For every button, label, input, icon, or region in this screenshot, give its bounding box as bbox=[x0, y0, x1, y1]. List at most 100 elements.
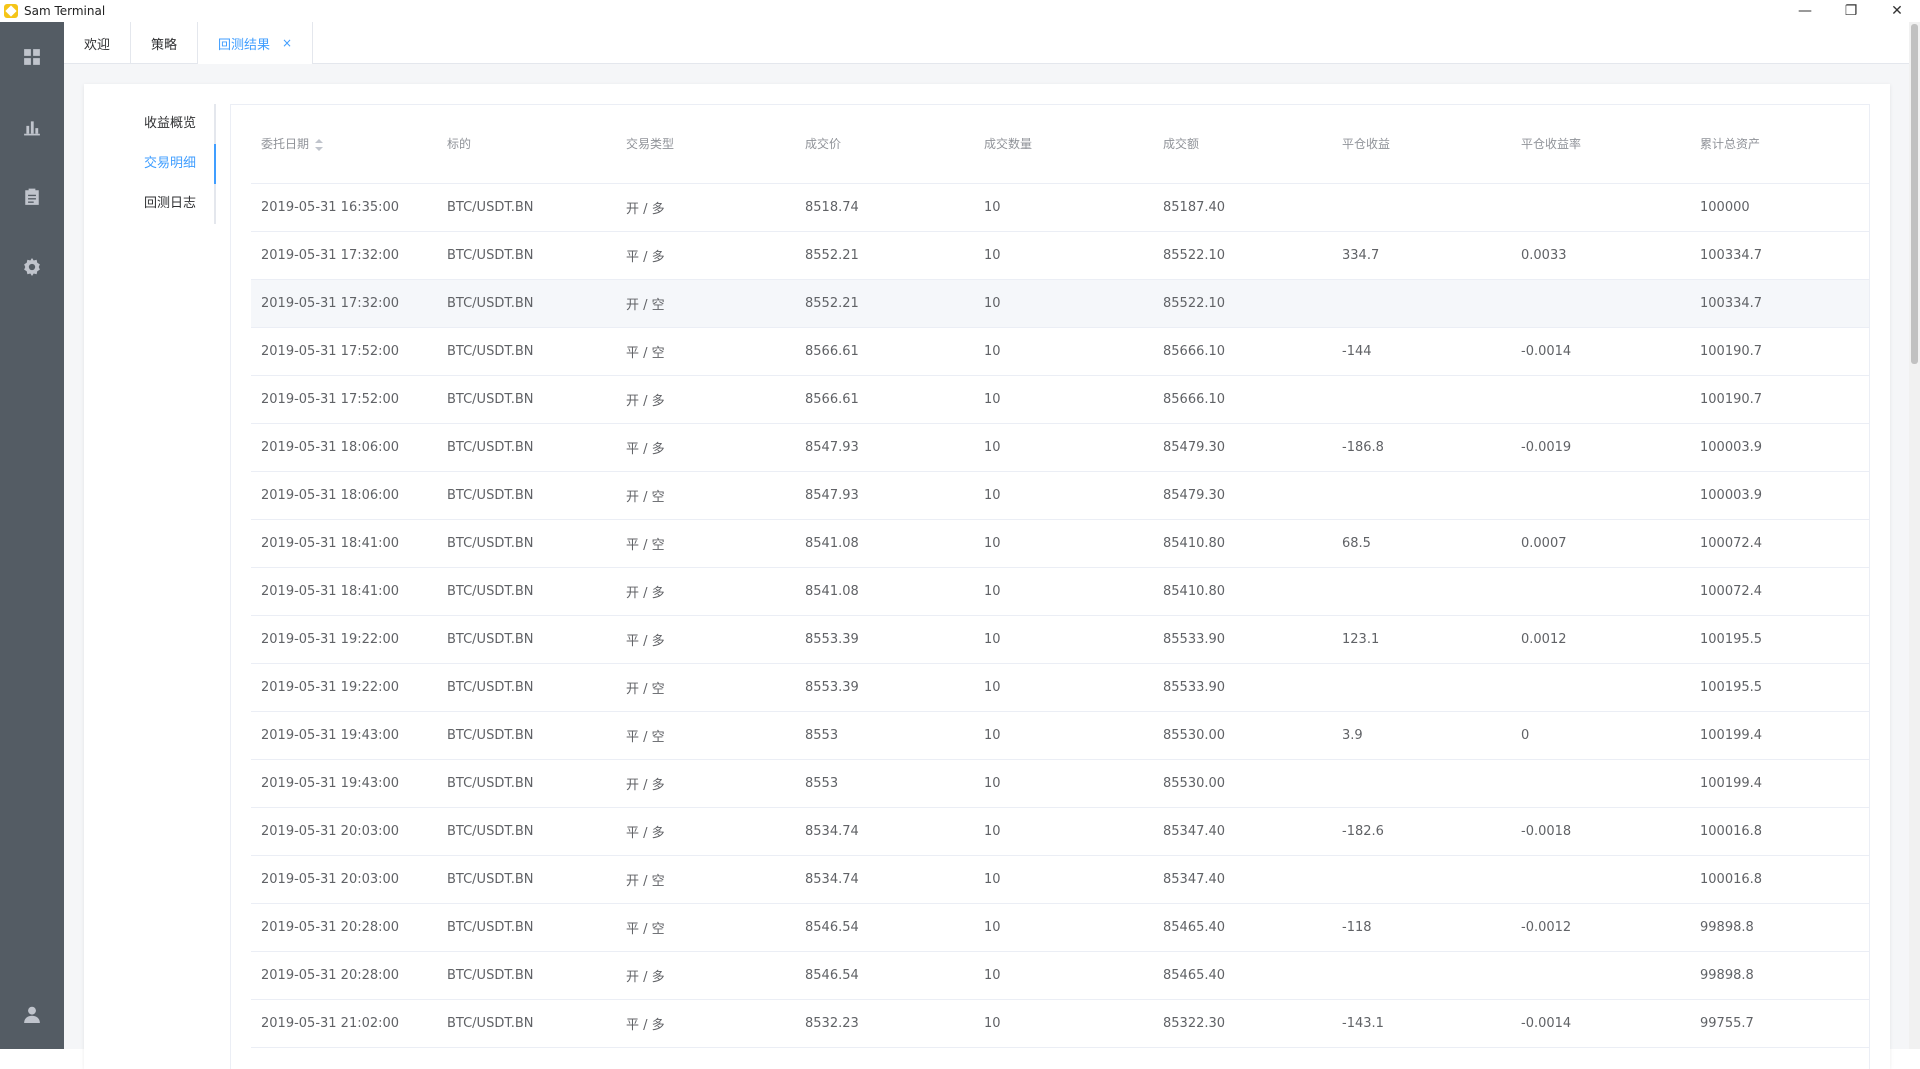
table-header-row: 委托日期 标的 交易类型 成交价 成交数量 成交额 平仓收益 平仓收益率 累计总… bbox=[251, 105, 1869, 184]
tab-welcome[interactable]: 欢迎 bbox=[64, 22, 132, 64]
cell-total-assets: 100195.5 bbox=[1690, 615, 1869, 664]
cell-close-return bbox=[1511, 375, 1690, 424]
restore-button[interactable]: ❐ bbox=[1828, 0, 1874, 22]
tab-backtest-result[interactable]: 回测结果 × bbox=[198, 22, 314, 65]
cell-type: 平 / 空 bbox=[616, 903, 795, 952]
cell-type: 开 / 多 bbox=[616, 951, 795, 1000]
clipboard-icon bbox=[25, 188, 39, 205]
cell-close-profit: 123.1 bbox=[1332, 615, 1511, 664]
cell-close-profit: 334.7 bbox=[1332, 231, 1511, 280]
cell-amount: 85530.00 bbox=[1153, 759, 1332, 808]
cell-date: 2019-05-31 20:28:00 bbox=[251, 951, 437, 1000]
cell-close-profit: -143.1 bbox=[1332, 999, 1511, 1048]
sidebar-item-chart[interactable] bbox=[0, 92, 64, 162]
cell-price: 8534.74 bbox=[795, 855, 974, 904]
cell-quantity: 10 bbox=[974, 999, 1153, 1048]
subnav-item-overview[interactable]: 收益概览 bbox=[104, 104, 214, 144]
cell-quantity: 10 bbox=[974, 615, 1153, 664]
table-row[interactable]: 2019-05-31 18:41:00 BTC/USDT.BN 平 / 空 8541.… bbox=[251, 519, 1869, 568]
cell-price: 8553.39 bbox=[795, 663, 974, 712]
cell-symbol: BTC/USDT.BN bbox=[437, 183, 616, 232]
cell-price: 8566.61 bbox=[795, 375, 974, 424]
cell-quantity: 10 bbox=[974, 519, 1153, 568]
cell-total-assets: 100190.7 bbox=[1690, 375, 1869, 424]
cell-close-return bbox=[1511, 567, 1690, 616]
cell-total-assets: 100190.7 bbox=[1690, 327, 1869, 376]
cell-type: 平 / 空 bbox=[616, 327, 795, 376]
table-row[interactable]: 2019-05-31 17:32:00 BTC/USDT.BN 开 / 空 8552.… bbox=[251, 279, 1869, 328]
cell-close-profit: -182.6 bbox=[1332, 807, 1511, 856]
table-row[interactable]: 2019-05-31 19:22:00 BTC/USDT.BN 平 / 多 8553.… bbox=[251, 615, 1869, 664]
subnav-item-log[interactable]: 回测日志 bbox=[104, 184, 214, 224]
cell-quantity: 10 bbox=[974, 807, 1153, 856]
app-logo-icon bbox=[4, 4, 18, 18]
cell-price: 8541.08 bbox=[795, 567, 974, 616]
cell-close-return: 0.0033 bbox=[1511, 231, 1690, 280]
cell-symbol: BTC/USDT.BN bbox=[437, 759, 616, 808]
cell-close-return: 0 bbox=[1511, 711, 1690, 760]
table-row[interactable]: 2019-05-31 18:06:00 BTC/USDT.BN 平 / 多 8547.… bbox=[251, 423, 1869, 472]
cell-close-profit bbox=[1332, 663, 1511, 712]
user-icon bbox=[24, 1006, 40, 1023]
cell-amount: 85347.40 bbox=[1153, 807, 1332, 856]
result-card: 收益概览 交易明细 回测日志 委托日期 标的 交易类型 成交价 成交数量 成交额… bbox=[84, 84, 1890, 1069]
cell-total-assets: 100000 bbox=[1690, 183, 1869, 232]
cell-quantity: 10 bbox=[974, 423, 1153, 472]
sidebar-item-settings[interactable] bbox=[0, 232, 64, 302]
column-header-type: 交易类型 bbox=[616, 105, 795, 184]
column-header-date[interactable]: 委托日期 bbox=[251, 105, 437, 184]
table-row[interactable]: 2019-05-31 17:52:00 BTC/USDT.BN 开 / 多 8566.… bbox=[251, 375, 1869, 424]
close-button[interactable]: ✕ bbox=[1874, 0, 1920, 22]
cell-close-profit bbox=[1332, 279, 1511, 328]
cell-close-profit: 68.5 bbox=[1332, 519, 1511, 568]
page-scrollbar[interactable] bbox=[1909, 22, 1920, 1049]
trade-table: 委托日期 标的 交易类型 成交价 成交数量 成交额 平仓收益 平仓收益率 累计总… bbox=[251, 105, 1869, 1048]
table-row[interactable]: 2019-05-31 17:52:00 BTC/USDT.BN 平 / 空 8566.… bbox=[251, 327, 1869, 376]
table-row[interactable]: 2019-05-31 20:03:00 BTC/USDT.BN 开 / 空 8534.… bbox=[251, 855, 1869, 904]
cell-quantity: 10 bbox=[974, 663, 1153, 712]
cell-type: 平 / 多 bbox=[616, 999, 795, 1048]
table-row[interactable]: 2019-05-31 20:03:00 BTC/USDT.BN 平 / 多 8534.… bbox=[251, 807, 1869, 856]
cell-date: 2019-05-31 17:32:00 bbox=[251, 279, 437, 328]
cell-amount: 85479.30 bbox=[1153, 471, 1332, 520]
table-row[interactable]: 2019-05-31 19:43:00 BTC/USDT.BN 开 / 多 8553 1… bbox=[251, 759, 1869, 808]
cell-symbol: BTC/USDT.BN bbox=[437, 279, 616, 328]
sidebar-item-orders[interactable] bbox=[0, 162, 64, 232]
cell-date: 2019-05-31 18:41:00 bbox=[251, 519, 437, 568]
cell-close-return: -0.0014 bbox=[1511, 327, 1690, 376]
cell-date: 2019-05-31 17:52:00 bbox=[251, 327, 437, 376]
cell-date: 2019-05-31 21:02:00 bbox=[251, 999, 437, 1048]
cell-amount: 85666.10 bbox=[1153, 375, 1332, 424]
subnav-item-trades[interactable]: 交易明细 bbox=[104, 144, 216, 184]
window-title: Sam Terminal bbox=[24, 4, 106, 18]
trade-table-body: 2019-05-31 16:35:00 BTC/USDT.BN 开 / 多 8518.… bbox=[251, 183, 1869, 1048]
table-row[interactable]: 2019-05-31 16:35:00 BTC/USDT.BN 开 / 多 8518.… bbox=[251, 183, 1869, 232]
table-row[interactable]: 2019-05-31 19:43:00 BTC/USDT.BN 平 / 空 8553 1… bbox=[251, 711, 1869, 760]
cell-close-profit bbox=[1332, 855, 1511, 904]
scrollbar-thumb[interactable] bbox=[1911, 24, 1918, 364]
cell-quantity: 10 bbox=[974, 231, 1153, 280]
cell-price: 8518.74 bbox=[795, 183, 974, 232]
minimize-button[interactable]: — bbox=[1782, 0, 1828, 22]
table-row[interactable]: 2019-05-31 19:22:00 BTC/USDT.BN 开 / 空 8553.… bbox=[251, 663, 1869, 712]
cell-type: 平 / 多 bbox=[616, 231, 795, 280]
table-row[interactable]: 2019-05-31 17:32:00 BTC/USDT.BN 平 / 多 8552.… bbox=[251, 231, 1869, 280]
sidebar-item-user[interactable] bbox=[0, 979, 64, 1049]
tab-strategy[interactable]: 策略 bbox=[131, 22, 199, 64]
cell-close-profit: 3.9 bbox=[1332, 711, 1511, 760]
table-row[interactable]: 2019-05-31 18:06:00 BTC/USDT.BN 开 / 空 8547.… bbox=[251, 471, 1869, 520]
cell-symbol: BTC/USDT.BN bbox=[437, 711, 616, 760]
cell-date: 2019-05-31 17:52:00 bbox=[251, 375, 437, 424]
table-row[interactable]: 2019-05-31 20:28:00 BTC/USDT.BN 平 / 空 8546.… bbox=[251, 903, 1869, 952]
table-row[interactable]: 2019-05-31 20:28:00 BTC/USDT.BN 开 / 多 8546.… bbox=[251, 951, 1869, 1000]
sort-icon[interactable] bbox=[315, 138, 324, 151]
table-row[interactable]: 2019-05-31 21:02:00 BTC/USDT.BN 平 / 多 8532.… bbox=[251, 999, 1869, 1048]
sidebar-item-dashboard[interactable] bbox=[0, 22, 64, 92]
close-icon[interactable]: × bbox=[282, 36, 292, 50]
table-row[interactable]: 2019-05-31 18:41:00 BTC/USDT.BN 开 / 多 8541.… bbox=[251, 567, 1869, 616]
cell-price: 8546.54 bbox=[795, 903, 974, 952]
cell-type: 开 / 空 bbox=[616, 663, 795, 712]
cell-amount: 85187.40 bbox=[1153, 183, 1332, 232]
cell-price: 8552.21 bbox=[795, 279, 974, 328]
cell-symbol: BTC/USDT.BN bbox=[437, 231, 616, 280]
